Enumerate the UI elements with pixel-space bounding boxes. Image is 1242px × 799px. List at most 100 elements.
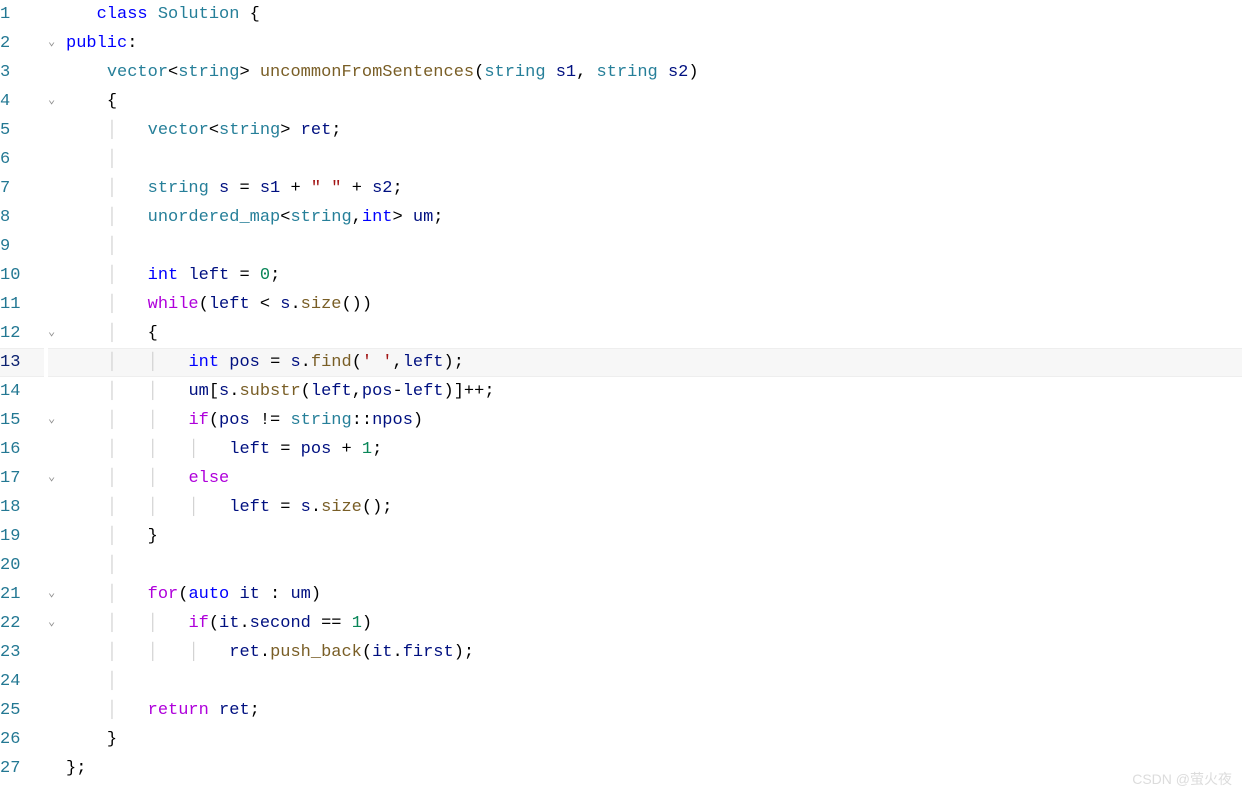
code-line[interactable]: │ │ if(pos != string::npos) — [66, 406, 1242, 435]
token-type: string — [178, 58, 239, 87]
token-plain — [270, 435, 280, 464]
code-line[interactable]: public: — [66, 29, 1242, 58]
token-punct: { — [107, 87, 117, 116]
token-op: - — [393, 377, 403, 406]
code-line[interactable]: vector<string> uncommonFromSentences(str… — [66, 58, 1242, 87]
fold-toggle-icon[interactable]: ⌄ — [48, 405, 55, 434]
token-type: string — [148, 174, 209, 203]
token-ident: s — [301, 493, 311, 522]
code-editor[interactable]: 1234567891011121314151617181920212223242… — [0, 0, 1242, 799]
token-punct: < — [280, 203, 290, 232]
fold-toggle-icon[interactable]: ⌄ — [48, 463, 55, 492]
token-plain — [66, 58, 107, 87]
code-line[interactable]: │ │ if(it.second == 1) — [66, 609, 1242, 638]
code-line[interactable]: │ — [66, 232, 1242, 261]
token-kw-blue: int — [362, 203, 393, 232]
token-plain — [117, 406, 148, 435]
fold-toggle-icon[interactable]: ⌄ — [48, 28, 55, 57]
code-line[interactable]: │ │ │ left = pos + 1; — [66, 435, 1242, 464]
token-guide: │ — [107, 551, 117, 580]
token-punct: ( — [209, 406, 219, 435]
token-func: push_back — [270, 638, 362, 667]
token-plain — [66, 261, 107, 290]
fold-toggle-icon[interactable]: ⌄ — [48, 579, 55, 608]
line-number: 20 — [0, 551, 20, 580]
token-punct: [ — [209, 377, 219, 406]
code-line[interactable]: │ — [66, 667, 1242, 696]
token-guide: │ — [107, 290, 117, 319]
token-plain — [158, 464, 189, 493]
token-ident: um — [290, 580, 310, 609]
token-plain — [341, 174, 351, 203]
line-number: 8 — [0, 203, 10, 232]
token-ident: pos — [301, 435, 332, 464]
token-punct: . — [290, 290, 300, 319]
token-plain — [66, 145, 107, 174]
token-punct: ( — [352, 349, 362, 376]
line-number: 19 — [0, 522, 20, 551]
code-line[interactable]: │ int left = 0; — [66, 261, 1242, 290]
code-area[interactable]: class Solution {public: vector<string> u… — [66, 0, 1242, 799]
token-str: " " — [311, 174, 342, 203]
token-guide: │ — [148, 609, 158, 638]
token-plain — [148, 0, 158, 29]
token-punct: . — [260, 638, 270, 667]
token-punct: ; — [270, 261, 280, 290]
code-line[interactable]: { — [66, 87, 1242, 116]
token-ident: left — [403, 377, 444, 406]
token-plain — [209, 696, 219, 725]
code-line[interactable]: │ │ │ left = s.size(); — [66, 493, 1242, 522]
token-plain — [117, 493, 148, 522]
token-punct: . — [301, 349, 311, 376]
token-op: = — [239, 174, 249, 203]
code-line[interactable]: │ } — [66, 522, 1242, 551]
fold-toggle-icon[interactable]: ⌄ — [48, 318, 55, 347]
token-plain — [117, 609, 148, 638]
token-kw-purple: else — [188, 464, 229, 493]
token-ident: s — [290, 349, 300, 376]
code-line[interactable]: }; — [66, 754, 1242, 783]
token-punct: ( — [199, 290, 209, 319]
token-ident: s1 — [260, 174, 280, 203]
token-func: size — [321, 493, 362, 522]
token-punct: . — [239, 609, 249, 638]
token-op: + — [341, 435, 351, 464]
code-line[interactable]: │ — [66, 145, 1242, 174]
code-line[interactable]: │ │ int pos = s.find(' ',left); — [66, 348, 1242, 377]
line-number: 18 — [0, 493, 20, 522]
token-punct: , — [352, 377, 362, 406]
token-plain — [250, 406, 260, 435]
code-line[interactable]: │ vector<string> ret; — [66, 116, 1242, 145]
code-line[interactable]: │ — [66, 551, 1242, 580]
line-number: 15 — [0, 406, 20, 435]
line-number: 13 — [0, 349, 20, 376]
code-line[interactable]: │ string s = s1 + " " + s2; — [66, 174, 1242, 203]
token-punct: < — [209, 116, 219, 145]
token-punct: ) — [311, 580, 321, 609]
code-line[interactable]: class Solution { — [66, 0, 1242, 29]
code-line[interactable]: │ while(left < s.size()) — [66, 290, 1242, 319]
token-plain — [66, 667, 107, 696]
code-line[interactable]: │ unordered_map<string,int> um; — [66, 203, 1242, 232]
token-guide: │ — [107, 435, 117, 464]
token-guide: │ — [107, 406, 117, 435]
code-line[interactable]: │ return ret; — [66, 696, 1242, 725]
code-line[interactable]: │ │ │ ret.push_back(it.first); — [66, 638, 1242, 667]
code-line[interactable]: │ │ um[s.substr(left,pos-left)]++; — [66, 377, 1242, 406]
token-kw-blue: auto — [188, 580, 229, 609]
fold-toggle-icon[interactable]: ⌄ — [48, 608, 55, 637]
token-punct: < — [168, 58, 178, 87]
token-ident: um — [188, 377, 208, 406]
token-guide: │ — [148, 638, 158, 667]
fold-toggle-icon[interactable]: ⌄ — [48, 86, 55, 115]
token-plain — [66, 609, 107, 638]
code-line[interactable]: │ │ else — [66, 464, 1242, 493]
code-line[interactable]: } — [66, 725, 1242, 754]
token-plain — [117, 203, 148, 232]
code-line[interactable]: │ { — [66, 319, 1242, 348]
code-line[interactable]: │ for(auto it : um) — [66, 580, 1242, 609]
token-plain — [66, 464, 107, 493]
token-punct: : — [127, 29, 137, 58]
line-number: 25 — [0, 696, 20, 725]
token-kw-purple: if — [188, 609, 208, 638]
